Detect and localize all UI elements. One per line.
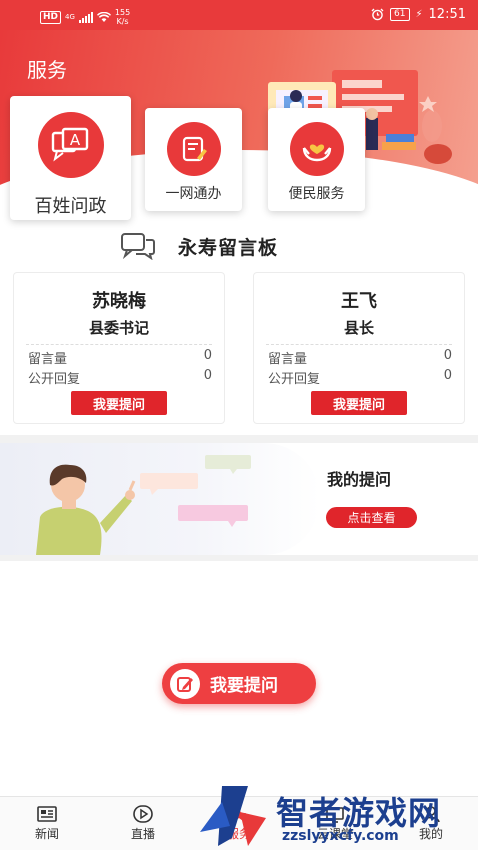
section-separator <box>0 555 478 561</box>
stat-row-messages: 留言量 0 <box>268 348 452 367</box>
svg-text:A: A <box>69 131 80 149</box>
tab-news[interactable]: 新闻 <box>17 805 77 842</box>
stat-row-messages: 留言量 0 <box>28 348 212 367</box>
watermark: 智者游戏网 zzslyyxcfy.com <box>196 782 478 850</box>
clock: 12:51 <box>428 7 466 22</box>
status-bar: HD 4G 155 K/s 61 ⚡ 12:51 <box>0 0 478 30</box>
divider <box>26 344 212 345</box>
charging-icon: ⚡ <box>415 9 423 20</box>
comment-bubbles-icon <box>121 233 155 260</box>
leader-position: 县长 <box>343 319 374 337</box>
my-questions-banner[interactable] <box>0 443 478 555</box>
wifi-icon <box>96 11 111 22</box>
battery-indicator: 61 <box>390 8 410 21</box>
watermark-logo <box>200 786 266 846</box>
my-questions-title: 我的提问 <box>327 470 392 489</box>
floating-ask-label: 我要提问 <box>210 676 278 696</box>
leader-card: 王飞 县长 留言量 0 公开回复 0 我要提问 <box>253 272 465 424</box>
edit-pencil-icon <box>170 668 200 699</box>
service-card-bianmin-fuwu[interactable]: 便民服务 <box>268 108 365 211</box>
leader-name: 王飞 <box>341 291 377 312</box>
ask-question-button[interactable]: 我要提问 <box>311 391 407 415</box>
document-edit-icon <box>166 122 221 176</box>
signal-type: 4G <box>65 13 75 21</box>
signal-bars-icon <box>78 11 93 23</box>
service-card-baixing-wenzheng[interactable]: A 百姓问政 <box>10 96 131 220</box>
person-pointing-illustration <box>36 455 251 555</box>
stat-row-public-replies: 公开回复 0 <box>268 368 452 387</box>
service-label: 百姓问政 <box>34 196 107 217</box>
message-board-header: 永寿留言板 <box>120 232 278 260</box>
leader-name: 苏晓梅 <box>92 291 146 312</box>
leader-position: 县委书记 <box>88 319 149 337</box>
view-my-questions-button[interactable]: 点击查看 <box>326 507 417 528</box>
divider <box>266 344 452 345</box>
message-board-title: 永寿留言板 <box>178 236 279 259</box>
play-icon <box>133 805 153 823</box>
heart-hands-icon <box>289 122 344 176</box>
service-page: HD 4G 155 K/s 61 ⚡ 12:51 服务 A 百姓问政 一网通办 … <box>0 0 478 850</box>
service-card-yiwang-tongban[interactable]: 一网通办 <box>145 108 242 211</box>
service-label: 便民服务 <box>288 186 345 202</box>
leader-card: 苏晓梅 县委书记 留言量 0 公开回复 0 我要提问 <box>13 272 225 424</box>
stat-row-public-replies: 公开回复 0 <box>28 368 212 387</box>
chat-bubble-a-icon: A <box>37 112 104 178</box>
tab-live[interactable]: 直播 <box>113 805 173 842</box>
hd-badge: HD <box>40 10 62 24</box>
watermark-url: zzslyyxcfy.com <box>282 828 399 844</box>
alarm-icon <box>371 8 384 21</box>
service-label: 一网通办 <box>165 186 222 202</box>
section-separator <box>0 435 478 443</box>
news-icon <box>37 806 57 822</box>
network-speed: 155 K/s <box>114 8 131 26</box>
ask-question-button[interactable]: 我要提问 <box>71 391 167 415</box>
floating-ask-button[interactable]: 我要提问 <box>162 663 316 704</box>
page-title: 服务 <box>27 58 67 82</box>
